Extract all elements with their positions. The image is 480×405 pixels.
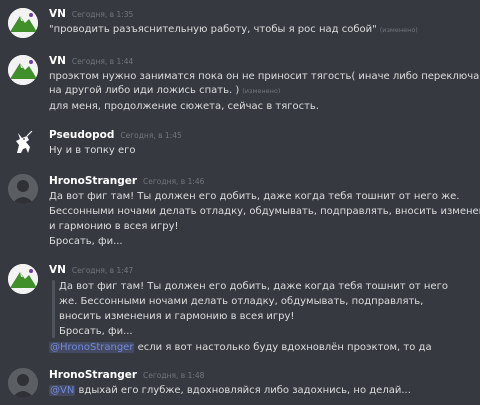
message-text: Ну и в топку его — [49, 145, 136, 156]
username[interactable]: HronoStranger — [49, 369, 137, 381]
quote-bar — [52, 280, 55, 338]
timestamp: Сегодня, в 1:45 — [120, 131, 182, 140]
timestamp: Сегодня, в 1:47 — [71, 266, 134, 275]
avatar[interactable] — [8, 55, 38, 85]
mountain-avatar-icon — [8, 264, 38, 294]
quote-text: Да вот фиг там! Ты должен его добить, да… — [59, 281, 448, 292]
username[interactable]: VN — [49, 8, 66, 20]
avatar[interactable] — [8, 368, 38, 398]
message-text: на другой либо иди ложись спать. ) (измен… — [49, 85, 281, 96]
timestamp: Сегодня, в 1:48 — [143, 371, 205, 380]
quote-text: вносить изменения и гармонию в всея игру… — [59, 311, 295, 322]
message-text: и гармонию в всея игру! — [49, 221, 179, 232]
message-text: для меня, продолжение сюжета, сейчас в т… — [49, 101, 319, 112]
avatar[interactable] — [8, 174, 38, 204]
avatar[interactable] — [8, 264, 38, 294]
message-text: @HronoStranger если я вот настолько буду… — [49, 342, 432, 353]
unicorn-avatar-icon — [8, 128, 38, 158]
user-avatar-icon — [8, 174, 38, 204]
message-header: HronoStranger Сегодня, в 1:48 — [49, 369, 204, 382]
timestamp: Сегодня, в 1:35 — [71, 10, 134, 19]
message-header: Pseudopod Сегодня, в 1:45 — [49, 129, 182, 142]
username[interactable]: VN — [49, 55, 66, 67]
mountain-avatar-icon — [8, 55, 38, 85]
message-text: Бросать, фи... — [49, 236, 123, 247]
avatar[interactable] — [8, 8, 38, 38]
timestamp: Сегодня, в 1:46 — [143, 177, 205, 186]
message-header: VN Сегодня, в 1:47 — [49, 264, 133, 277]
timestamp: Сегодня, в 1:44 — [71, 57, 134, 66]
user-mention[interactable]: @HronoStranger — [49, 342, 135, 353]
message-header: HronoStranger Сегодня, в 1:46 — [49, 175, 204, 188]
message-text: проэктом нужно заниматся пока он не прин… — [49, 71, 480, 82]
message-text: Да вот фиг там! Ты должен его добить, да… — [49, 191, 460, 202]
avatar[interactable] — [8, 128, 38, 158]
mountain-avatar-icon — [8, 8, 38, 38]
message-header: VN Сегодня, в 1:44 — [49, 55, 133, 68]
edited-label: (изменено) — [379, 26, 418, 34]
username[interactable]: VN — [49, 264, 66, 276]
user-avatar-icon — [8, 368, 38, 398]
edited-label: (изменено) — [242, 87, 281, 95]
quote-text: Бросать, фи... — [59, 326, 133, 337]
username[interactable]: Pseudopod — [49, 129, 114, 141]
quote-text: же. Бессонными ночами делать отладку, об… — [59, 296, 424, 307]
message-text: @VN вдыхай его глубже, вдохновляйся либо… — [49, 385, 411, 396]
username[interactable]: HronoStranger — [49, 175, 137, 187]
message-text: "проводить разъяснительную работу, чтобы… — [49, 24, 418, 35]
message-text: Бессонными ночами делать отладку, обдумы… — [49, 206, 480, 217]
user-mention[interactable]: @VN — [49, 385, 76, 396]
message-header: VN Сегодня, в 1:35 — [49, 8, 133, 21]
